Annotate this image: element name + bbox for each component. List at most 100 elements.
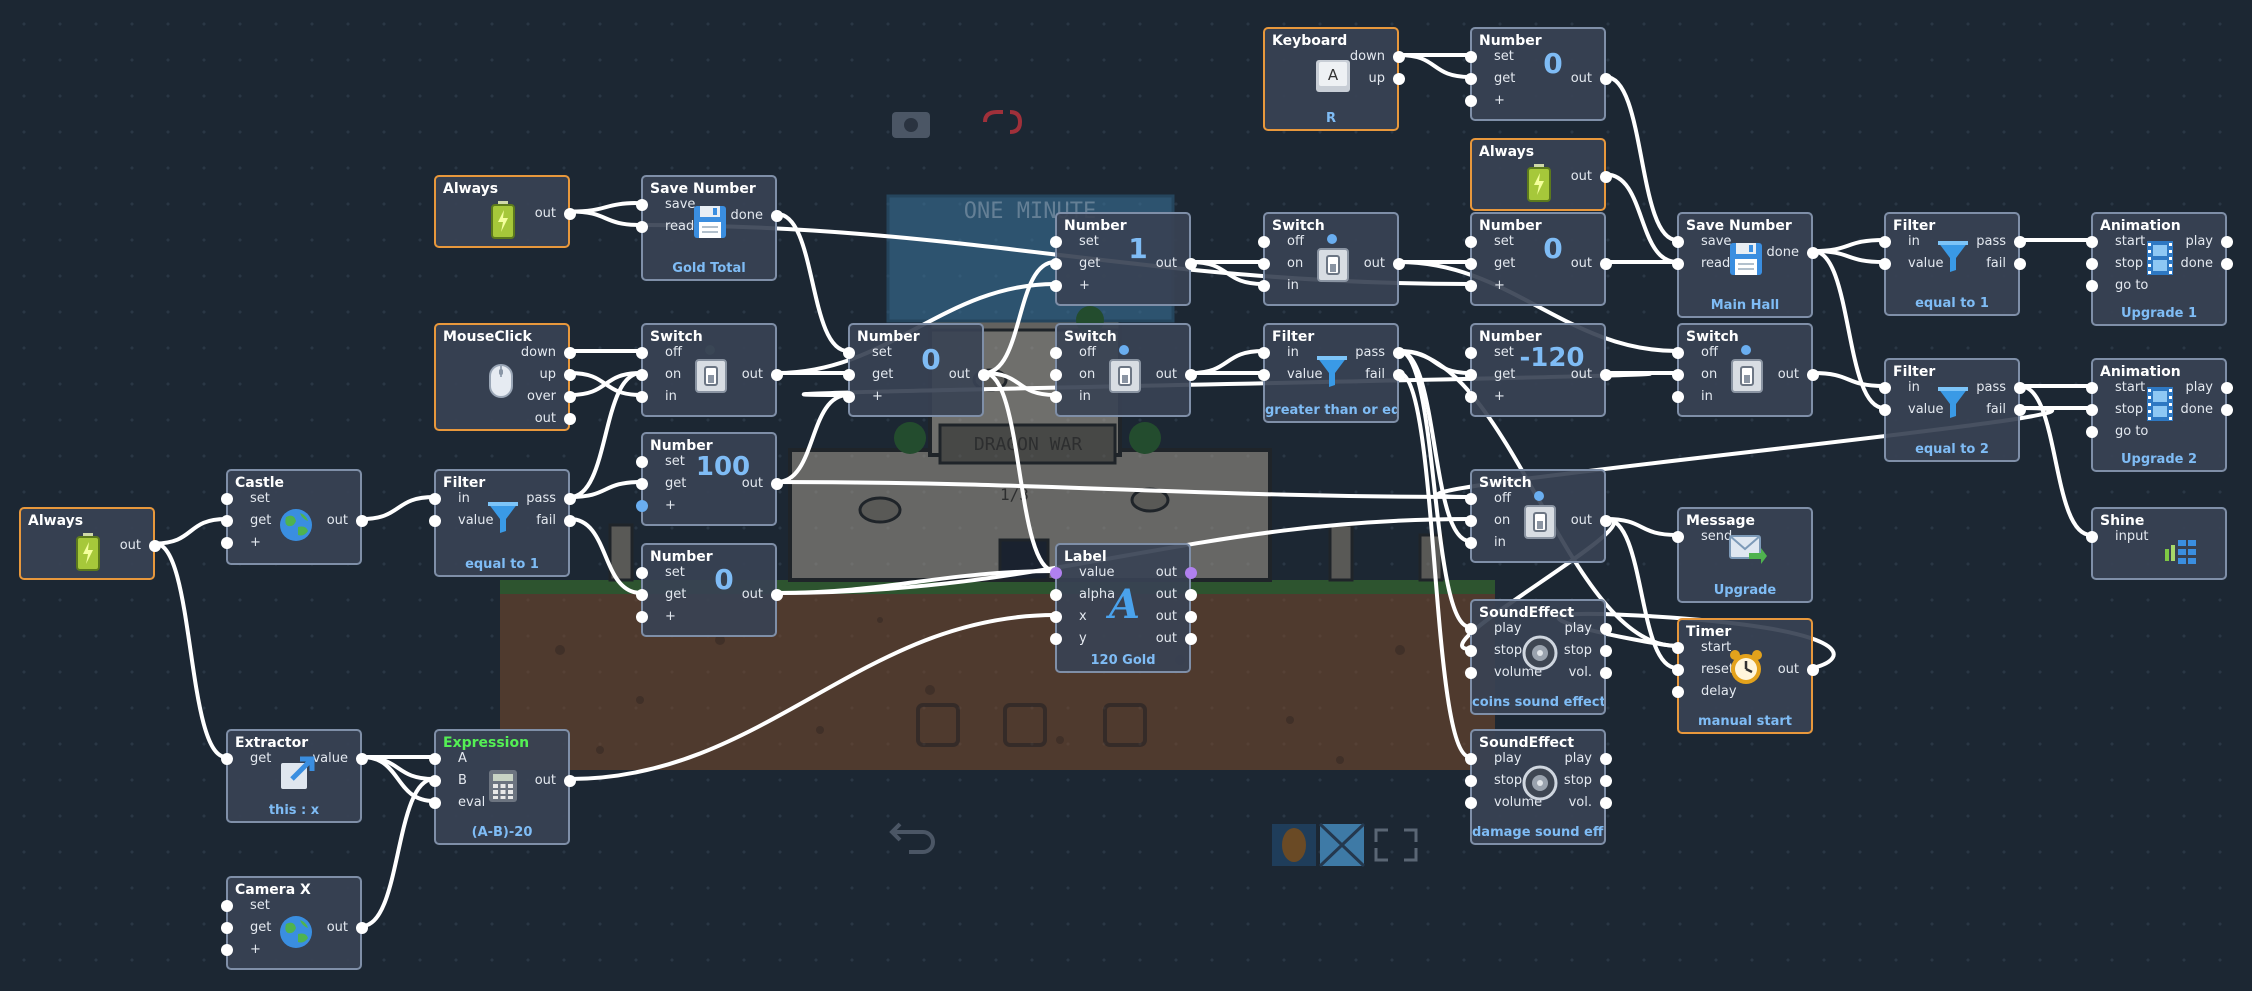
output-port[interactable] bbox=[1185, 369, 1197, 381]
output-port[interactable] bbox=[149, 539, 161, 552]
node-filter-gte[interactable]: Filter in value pass fail greater than or equ bbox=[1258, 323, 1405, 423]
output-port[interactable] bbox=[1600, 667, 1612, 679]
input-port[interactable] bbox=[1879, 236, 1891, 248]
node-number-1[interactable]: Number set get + out 1 bbox=[1050, 212, 1197, 306]
tile-icon[interactable] bbox=[1318, 822, 1366, 868]
node-filter-castle[interactable]: Filter in value pass fail equal to 1 bbox=[429, 469, 576, 577]
output-port[interactable] bbox=[1600, 645, 1612, 657]
input-port[interactable] bbox=[1465, 645, 1477, 657]
output-port[interactable] bbox=[1185, 633, 1197, 645]
terrain-icon[interactable] bbox=[1272, 824, 1316, 866]
node-message[interactable]: Message send Upgrade bbox=[1672, 507, 1813, 603]
node-extractor[interactable]: Extractor get value this : x bbox=[221, 729, 368, 823]
fullscreen-icon[interactable] bbox=[1374, 828, 1418, 862]
input-port[interactable] bbox=[1465, 280, 1477, 292]
output-port[interactable] bbox=[564, 391, 576, 403]
input-port[interactable] bbox=[843, 347, 855, 359]
input-port[interactable] bbox=[1672, 347, 1684, 359]
input-port[interactable] bbox=[1672, 642, 1684, 654]
node-animation-1[interactable]: Animation start stop go to play done Upgrade 1 bbox=[2086, 212, 2233, 326]
node-castle[interactable]: Castle set get + out bbox=[221, 469, 368, 565]
node-number-0b[interactable]: Number set get + out 0 bbox=[636, 543, 783, 637]
output-port[interactable] bbox=[771, 589, 783, 601]
input-port[interactable] bbox=[1465, 753, 1477, 765]
node-save-hall[interactable]: Save Number save read done Main Hall bbox=[1672, 212, 1819, 318]
input-port[interactable] bbox=[221, 537, 233, 549]
output-port[interactable] bbox=[1807, 247, 1819, 259]
output-port[interactable] bbox=[564, 413, 576, 425]
input-port[interactable] bbox=[1465, 236, 1477, 248]
node-number-kb[interactable]: Number set get + out 0 bbox=[1465, 27, 1612, 121]
input-port[interactable] bbox=[221, 493, 233, 505]
node-number-100[interactable]: Number set get + out 100 bbox=[636, 432, 783, 526]
input-port[interactable] bbox=[1879, 382, 1891, 394]
node-timer[interactable]: Timer start reset delay out manual start bbox=[1672, 618, 1819, 734]
input-port[interactable] bbox=[2086, 426, 2098, 438]
input-port[interactable] bbox=[429, 775, 441, 787]
node-mouseclick[interactable]: MouseClick down up over out bbox=[434, 323, 576, 431]
input-port[interactable] bbox=[1465, 73, 1477, 85]
node-filter-eq2[interactable]: Filter in value pass fail equal to 2 bbox=[1879, 358, 2026, 462]
input-port[interactable] bbox=[636, 567, 648, 579]
output-port[interactable] bbox=[1600, 258, 1612, 270]
input-port[interactable] bbox=[2086, 404, 2098, 416]
output-port[interactable] bbox=[1393, 51, 1405, 63]
input-port[interactable] bbox=[1672, 531, 1684, 543]
output-port[interactable] bbox=[356, 922, 368, 934]
output-port[interactable] bbox=[2221, 236, 2233, 248]
camera-icon[interactable] bbox=[892, 112, 930, 138]
input-port[interactable] bbox=[221, 753, 233, 765]
node-always-hall[interactable]: Always out bbox=[1470, 138, 1612, 211]
input-port[interactable] bbox=[1465, 258, 1477, 270]
input-port[interactable] bbox=[1672, 369, 1684, 381]
input-port[interactable] bbox=[843, 369, 855, 381]
output-port[interactable] bbox=[1185, 567, 1197, 579]
node-soundeffect-coins[interactable]: SoundEffect play stop volume play stop vol. coi… bbox=[1465, 599, 1612, 715]
node-switch-c[interactable]: Switch off on in out bbox=[1258, 212, 1405, 306]
input-port[interactable] bbox=[429, 797, 441, 809]
node-filter-eq1[interactable]: Filter in value pass fail equal to 1 bbox=[1879, 212, 2026, 316]
output-port[interactable] bbox=[1600, 369, 1612, 381]
link-icon[interactable] bbox=[983, 110, 1023, 134]
input-port[interactable] bbox=[221, 515, 233, 527]
input-port[interactable] bbox=[1465, 797, 1477, 809]
node-number-cost[interactable]: Number set get + out -120 bbox=[1465, 323, 1612, 417]
input-port[interactable] bbox=[636, 500, 648, 512]
output-port[interactable] bbox=[564, 207, 576, 220]
output-port[interactable] bbox=[1393, 347, 1405, 359]
node-shine[interactable]: Shine input bbox=[2086, 507, 2227, 580]
node-switch-b[interactable]: Switch off on in out bbox=[1050, 323, 1197, 417]
input-port[interactable] bbox=[2086, 382, 2098, 394]
output-port[interactable] bbox=[564, 775, 576, 787]
node-soundeffect-damage[interactable]: SoundEffect play stop volume play stop vol. dam… bbox=[1465, 729, 1612, 845]
node-label[interactable]: Label value alpha x y out out out out A 120 Gold bbox=[1050, 543, 1197, 673]
input-port[interactable] bbox=[1050, 347, 1062, 359]
output-port[interactable] bbox=[1807, 664, 1819, 676]
input-port[interactable] bbox=[429, 515, 441, 527]
input-port[interactable] bbox=[221, 944, 233, 956]
node-switch-a[interactable]: Switch off on in out bbox=[636, 323, 783, 417]
input-port[interactable] bbox=[1258, 258, 1270, 270]
node-expression[interactable]: Expression A Beval out (A-B)-20 bbox=[429, 729, 576, 845]
input-port[interactable] bbox=[636, 221, 648, 233]
output-port[interactable] bbox=[1600, 753, 1612, 765]
input-port[interactable] bbox=[1050, 633, 1062, 645]
output-port[interactable] bbox=[2221, 258, 2233, 270]
undo-icon[interactable] bbox=[889, 822, 935, 854]
output-port[interactable] bbox=[1600, 73, 1612, 85]
output-port[interactable] bbox=[771, 478, 783, 490]
input-port[interactable] bbox=[429, 493, 441, 505]
node-save-gold[interactable]: Save Number save read done Gold Total bbox=[636, 175, 783, 281]
output-port[interactable] bbox=[771, 369, 783, 381]
input-port[interactable] bbox=[1258, 369, 1270, 381]
input-port[interactable] bbox=[636, 456, 648, 468]
node-switch-d[interactable]: Switch off on in out bbox=[1465, 469, 1612, 563]
input-port[interactable] bbox=[1050, 589, 1062, 601]
input-port[interactable] bbox=[1050, 236, 1062, 248]
input-port[interactable] bbox=[636, 589, 648, 601]
output-port[interactable] bbox=[564, 515, 576, 527]
node-camera-x[interactable]: Camera Xset get + out bbox=[221, 876, 368, 970]
output-port[interactable] bbox=[1185, 258, 1197, 270]
node-number-0a[interactable]: Number set get + out 0 bbox=[843, 323, 990, 417]
input-port[interactable] bbox=[1465, 515, 1477, 527]
